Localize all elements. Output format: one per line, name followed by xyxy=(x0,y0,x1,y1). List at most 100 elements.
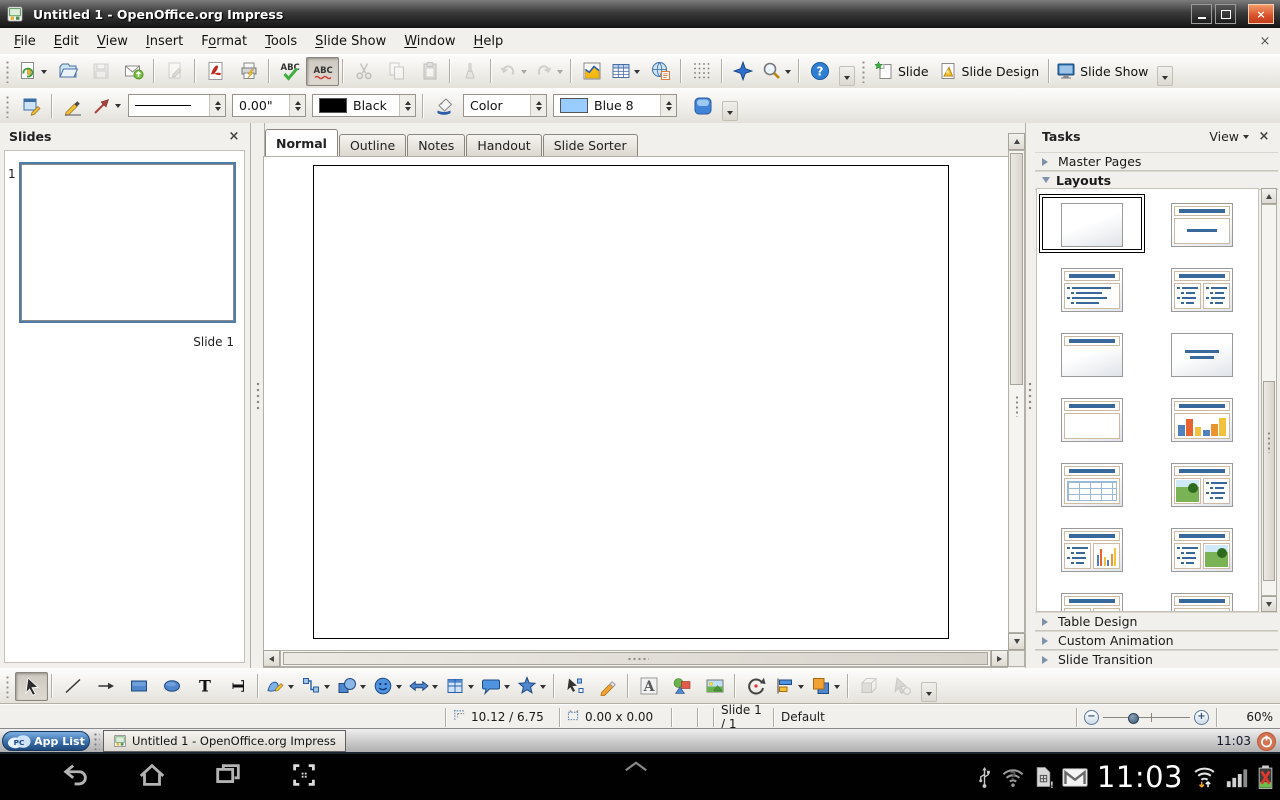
fill-type-spinner[interactable] xyxy=(530,95,546,116)
zoom-out-button[interactable]: − xyxy=(1084,710,1099,725)
screenshot-nav-button[interactable] xyxy=(286,760,322,794)
home-nav-button[interactable] xyxy=(134,760,170,794)
line-width-spinbox[interactable]: 0.00" xyxy=(232,94,306,117)
glue-points-button[interactable] xyxy=(591,672,624,701)
layout-title-content-cut[interactable] xyxy=(1147,582,1257,612)
basic-shapes-button[interactable] xyxy=(334,672,370,701)
fill-type-combobox[interactable]: Color xyxy=(463,94,547,117)
stars-button[interactable] xyxy=(514,672,550,701)
slide-thumbnail[interactable] xyxy=(21,164,234,321)
zoom-slider-thumb[interactable] xyxy=(1128,713,1139,724)
rectangle-button[interactable] xyxy=(122,672,155,701)
menu-tools[interactable]: Tools xyxy=(256,30,306,53)
curve-button[interactable] xyxy=(262,672,298,701)
section-master-pages[interactable]: Master Pages xyxy=(1035,152,1278,171)
section-table-design[interactable]: Table Design xyxy=(1035,612,1278,631)
line-button[interactable] xyxy=(56,672,89,701)
layout-title-text-clipart[interactable] xyxy=(1147,517,1257,582)
tab-handout[interactable]: Handout xyxy=(466,134,541,156)
fill-color-combobox[interactable]: Blue 8 xyxy=(553,94,677,117)
layout-title-only[interactable] xyxy=(1037,322,1147,387)
chart-button[interactable] xyxy=(575,57,608,86)
zoom-slider-track[interactable] xyxy=(1103,711,1190,724)
zoom-slider[interactable]: − + xyxy=(1084,710,1209,725)
layout-title-chart[interactable] xyxy=(1147,387,1257,452)
dropdown-arrow-icon[interactable] xyxy=(557,70,563,77)
open-button[interactable] xyxy=(51,57,84,86)
line-color-spinner[interactable] xyxy=(399,95,415,116)
layout-title-table[interactable] xyxy=(1037,452,1147,517)
slide-show-button[interactable]: Slide Show xyxy=(1053,57,1154,86)
tab-slide-sorter[interactable]: Slide Sorter xyxy=(543,134,638,156)
menu-insert[interactable]: Insert xyxy=(137,30,192,53)
scrollbar-track[interactable] xyxy=(1261,204,1277,596)
scroll-up-button[interactable] xyxy=(1008,133,1025,150)
scrollbar-thumb[interactable] xyxy=(1010,153,1023,385)
shadow-button[interactable] xyxy=(686,91,719,120)
toolbar-drag-handle[interactable] xyxy=(860,59,867,83)
zoom-button[interactable] xyxy=(759,57,795,86)
toolbar-drag-handle[interactable] xyxy=(4,674,11,698)
dropdown-arrow-icon[interactable] xyxy=(468,685,474,692)
dropdown-arrow-icon[interactable] xyxy=(432,685,438,692)
menu-view[interactable]: View xyxy=(88,30,137,53)
scroll-right-button[interactable] xyxy=(991,650,1008,667)
scrollbar-track[interactable] xyxy=(1008,150,1025,633)
navigator-button[interactable] xyxy=(726,57,759,86)
arrow-style-button[interactable] xyxy=(89,91,125,120)
scroll-left-button[interactable] xyxy=(263,650,280,667)
area-style-button[interactable] xyxy=(427,91,460,120)
help-button[interactable]: ? xyxy=(803,57,836,86)
from-file-button[interactable] xyxy=(698,672,731,701)
dropdown-arrow-icon[interactable] xyxy=(288,685,294,692)
flowchart-button[interactable] xyxy=(442,672,478,701)
hyperlink-button[interactable] xyxy=(644,57,677,86)
line-color-combobox[interactable]: Black xyxy=(312,94,416,117)
alignment-button[interactable] xyxy=(772,672,808,701)
email-button[interactable] xyxy=(117,57,150,86)
connector-button[interactable] xyxy=(298,672,334,701)
menu-slide-show[interactable]: Slide Show xyxy=(306,30,395,53)
dropdown-arrow-icon[interactable] xyxy=(360,685,366,692)
slide-canvas[interactable] xyxy=(313,165,949,639)
menu-help[interactable]: Help xyxy=(465,30,513,53)
line-style-spinner[interactable] xyxy=(209,95,225,116)
tab-normal[interactable]: Normal xyxy=(265,129,338,156)
layout-title-two-content[interactable] xyxy=(1147,257,1257,322)
dropdown-arrow-icon[interactable] xyxy=(834,685,840,692)
export-pdf-button[interactable] xyxy=(199,57,232,86)
line-width-spinner[interactable] xyxy=(289,95,305,116)
status-template-cell[interactable]: Default xyxy=(773,708,1076,727)
print-button[interactable] xyxy=(232,57,265,86)
toolbar-overflow-button[interactable] xyxy=(1157,66,1173,86)
toolbar-overflow-button[interactable] xyxy=(722,101,738,121)
fontwork-button[interactable]: A xyxy=(632,672,665,701)
menu-format[interactable]: Format xyxy=(192,30,256,53)
spellcheck-button[interactable]: ABC xyxy=(273,57,306,86)
tab-outline[interactable]: Outline xyxy=(339,134,406,156)
dropdown-arrow-icon[interactable] xyxy=(634,70,640,77)
horizontal-scrollbar[interactable] xyxy=(263,650,1008,667)
gallery-button[interactable] xyxy=(665,672,698,701)
notification-handle[interactable] xyxy=(616,760,656,774)
zoom-in-button[interactable]: + xyxy=(1194,710,1209,725)
power-icon[interactable] xyxy=(1257,732,1276,751)
vertical-text-button[interactable]: T xyxy=(221,672,254,701)
dropdown-arrow-icon[interactable] xyxy=(324,685,330,692)
layouts-scrollbar[interactable] xyxy=(1261,188,1277,612)
dropdown-arrow-icon[interactable] xyxy=(785,70,791,77)
layout-centered-text[interactable] xyxy=(1147,322,1257,387)
text-button[interactable]: T xyxy=(188,672,221,701)
arrow-line-button[interactable] xyxy=(89,672,122,701)
menu-edit[interactable]: Edit xyxy=(45,30,88,53)
layout-title-one-content[interactable] xyxy=(1037,387,1147,452)
minimize-button[interactable] xyxy=(1191,4,1212,24)
tab-notes[interactable]: Notes xyxy=(407,134,465,156)
ellipse-button[interactable] xyxy=(155,672,188,701)
slide-design-button[interactable]: Slide Design xyxy=(935,57,1046,86)
vertical-scrollbar[interactable] xyxy=(1008,133,1025,650)
scroll-up-button[interactable] xyxy=(1261,188,1277,204)
fill-color-spinner[interactable] xyxy=(660,95,676,116)
recents-nav-button[interactable] xyxy=(210,760,246,794)
symbol-shapes-button[interactable] xyxy=(370,672,406,701)
